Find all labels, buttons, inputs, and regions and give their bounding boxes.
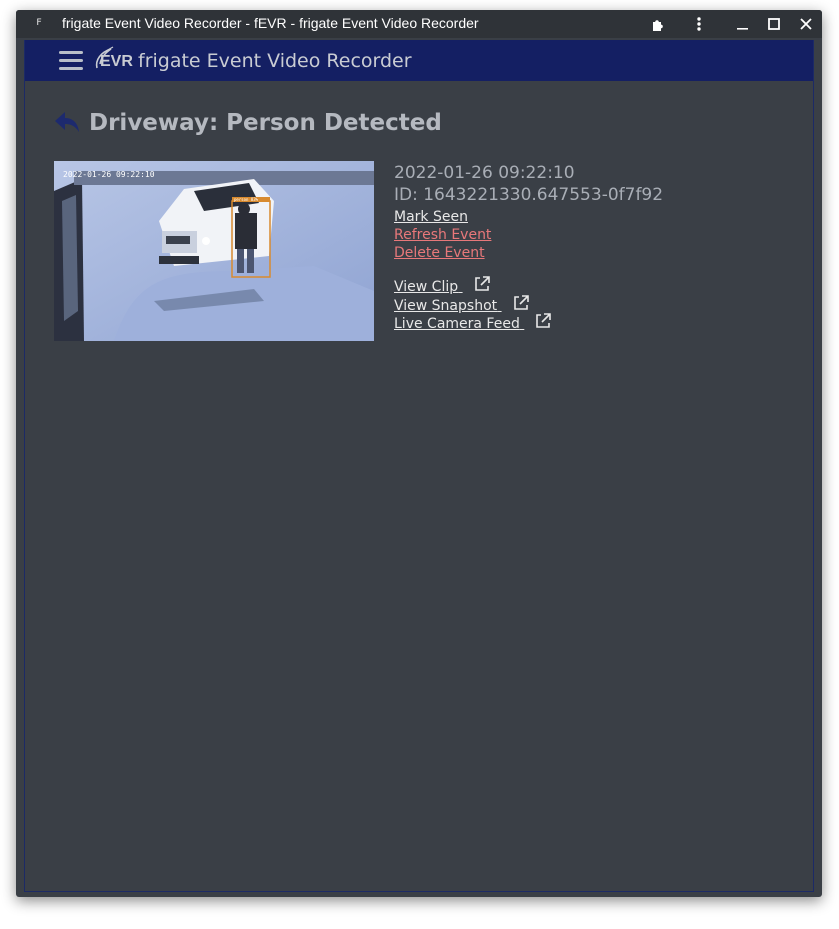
- window-title: frigate Event Video Recorder - fEVR - fr…: [62, 15, 479, 31]
- view-clip-link[interactable]: View Clip: [394, 278, 463, 296]
- app-frame: EVR frigate Event Video Recorder Drivewa…: [24, 40, 814, 892]
- open-in-new-icon[interactable]: [535, 313, 552, 333]
- maximize-icon[interactable]: [764, 14, 784, 34]
- event-details: 2022-01-26 09:22:10 ID: 1643221330.64755…: [394, 162, 663, 332]
- fevr-logo[interactable]: EVR: [93, 46, 133, 76]
- view-snapshot-link[interactable]: View Snapshot: [394, 297, 502, 315]
- event-datetime: 2022-01-26 09:22:10: [394, 163, 575, 183]
- open-in-new-icon[interactable]: [513, 294, 529, 315]
- logo-text: EVR: [100, 53, 133, 70]
- app-title: frigate Event Video Recorder: [138, 50, 412, 72]
- live-camera-feed-link[interactable]: Live Camera Feed: [394, 315, 524, 333]
- minimize-icon[interactable]: [733, 14, 753, 34]
- live-camera-feed-label: Live Camera Feed: [394, 316, 520, 332]
- event-heading: Driveway: Person Detected: [89, 110, 442, 136]
- view-clip-label: View Clip: [394, 279, 459, 295]
- close-icon[interactable]: [796, 14, 816, 34]
- browser-window: F frigate Event Video Recorder - fEVR - …: [16, 10, 822, 897]
- extensions-icon[interactable]: [649, 14, 669, 34]
- snapshot-timestamp: 2022-01-26 09:22:10: [63, 170, 155, 179]
- app-bar: EVR frigate Event Video Recorder: [25, 40, 813, 81]
- open-in-new-icon[interactable]: [474, 276, 490, 296]
- detection-label: person 83%: [234, 197, 259, 202]
- view-snapshot-label: View Snapshot: [394, 297, 498, 314]
- menu-icon[interactable]: [59, 51, 83, 71]
- back-arrow-icon[interactable]: [53, 109, 81, 135]
- title-bar: F frigate Event Video Recorder - fEVR - …: [16, 10, 822, 38]
- delete-event-link[interactable]: Delete Event: [394, 244, 485, 262]
- more-vert-icon[interactable]: [689, 14, 709, 34]
- app-favicon-icon: F: [32, 16, 46, 30]
- event-id: ID: 1643221330.647553-0f7f92: [394, 185, 664, 205]
- event-snapshot-image[interactable]: person 83% 2022-01-26 09:22:10: [54, 161, 374, 341]
